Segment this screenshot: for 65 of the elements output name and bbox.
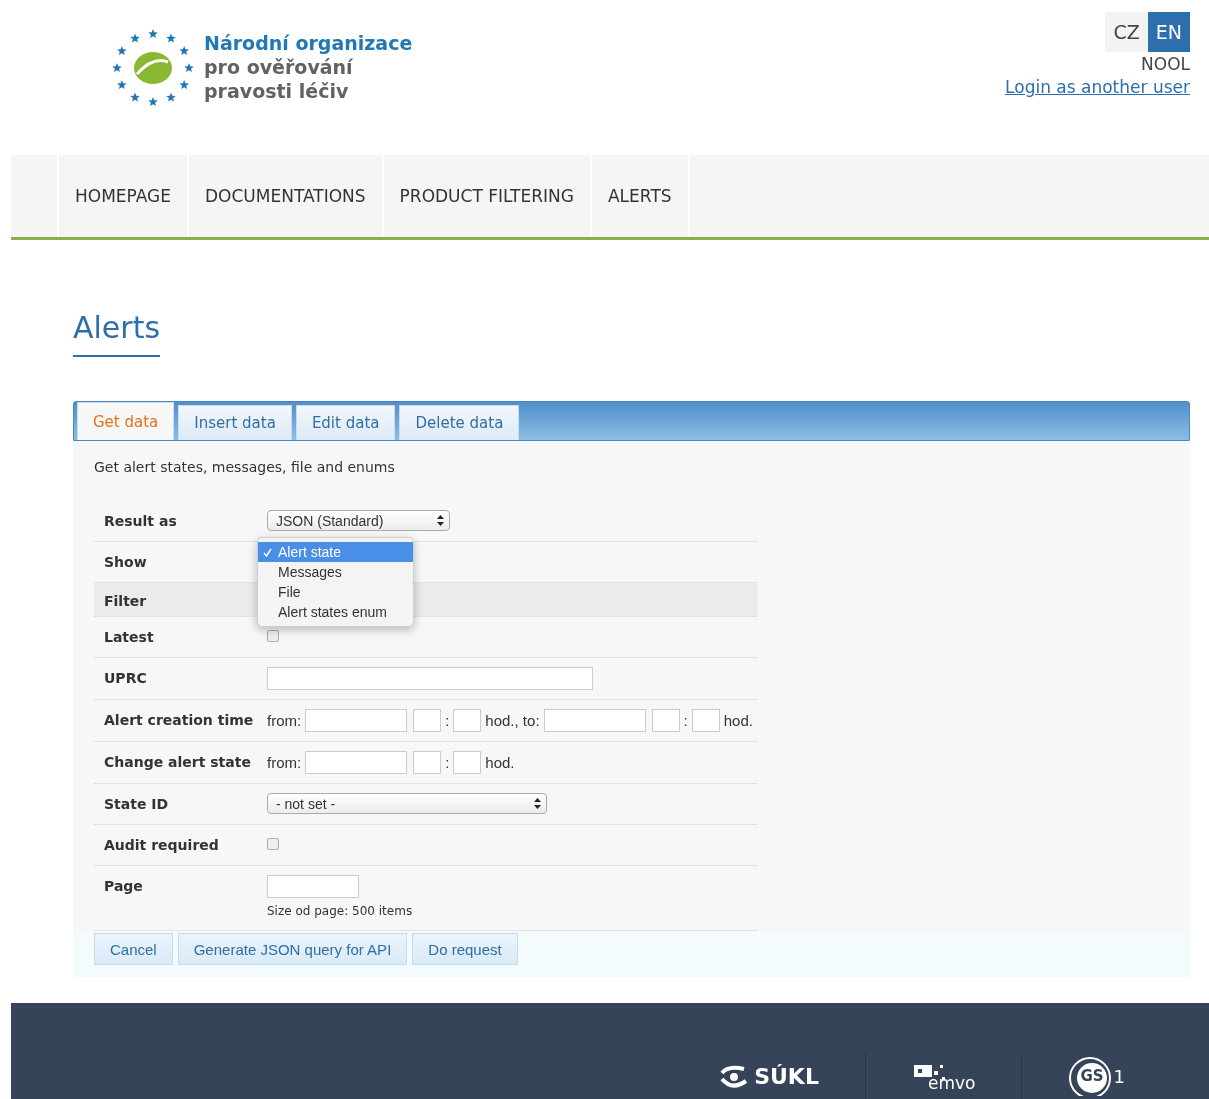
username: NOOL [1141,54,1190,74]
tab[interactable]: Edit data [295,405,396,440]
field-label: hod. [723,712,753,729]
dropdown-option[interactable]: Messages [258,562,413,582]
hour-field[interactable] [651,709,680,732]
rings-icon [1068,1056,1113,1096]
updown-arrows-icon [437,515,444,526]
form-label: Latest [104,628,155,645]
nav-item[interactable]: ALERTS [589,155,690,237]
logo-text: SÚKL [754,1063,819,1089]
login-link[interactable]: Login as another user [1005,77,1190,97]
logo-text: 1 [1113,1065,1125,1087]
section-heading: Filter [104,592,148,609]
page-title: Alerts [73,310,161,357]
nav-item[interactable]: DOCUMENTATIONS [187,155,382,237]
field-label: hod., to: [485,712,540,729]
form-button[interactable]: Cancel [94,933,173,965]
time-separator: : [445,754,450,771]
logo-text: pravosti léčiv [204,79,350,103]
nav-item[interactable]: HOMEPAGE [57,155,187,237]
field-label: from: [267,712,302,729]
checkbox[interactable] [267,630,279,642]
form-label: Show [104,553,148,570]
minute-field[interactable] [453,751,482,774]
logo-text: emvo [927,1073,976,1093]
form-label: Result as [104,512,178,529]
time-separator: : [683,712,688,729]
check-icon [263,547,272,557]
logo-icon [110,28,196,108]
minute-field[interactable] [453,709,482,732]
form-label: Audit required [104,836,220,853]
logo-text: Národní organizace [204,31,413,55]
logo-text: pro ověřování [204,55,354,79]
field-label: from: [267,754,302,771]
nav-item[interactable]: PRODUCT FILTERING [381,155,590,237]
form-label: Page [104,877,144,894]
minute-field[interactable] [691,709,720,732]
select-field[interactable]: JSON (Standard) [267,510,450,531]
time-separator: : [445,712,450,729]
date-field[interactable] [305,751,408,774]
form-button[interactable]: Do request [412,933,518,965]
date-field[interactable] [305,709,408,732]
form-button[interactable]: Generate JSON query for API [177,933,408,965]
hour-field[interactable] [413,751,442,774]
tab[interactable]: Insert data [178,405,292,440]
language-button[interactable]: CZ [1105,12,1148,52]
updown-arrows-icon [534,798,541,809]
dropdown-option[interactable]: Alert states enum [258,602,413,622]
language-button[interactable]: EN [1147,12,1190,52]
form-label: UPRC [104,669,148,686]
form-label: Change alert state [104,753,252,770]
hint-text: Size od page: 500 items [267,904,413,918]
checkbox[interactable] [267,838,279,850]
form-label: State ID [104,795,170,812]
description: Get alert states, messages, file and enums [94,459,396,475]
field-label: hod. [485,754,515,771]
page-field[interactable] [267,875,359,898]
tab[interactable]: Delete data [399,405,520,440]
select-field[interactable]: - not set - [267,793,547,814]
date-field[interactable] [543,709,646,732]
text-field[interactable] [267,667,593,690]
form-label: Alert creation time [104,711,255,728]
hour-field[interactable] [413,709,442,732]
logo-text: GS [1080,1067,1104,1085]
dropdown-option[interactable]: File [258,582,413,602]
